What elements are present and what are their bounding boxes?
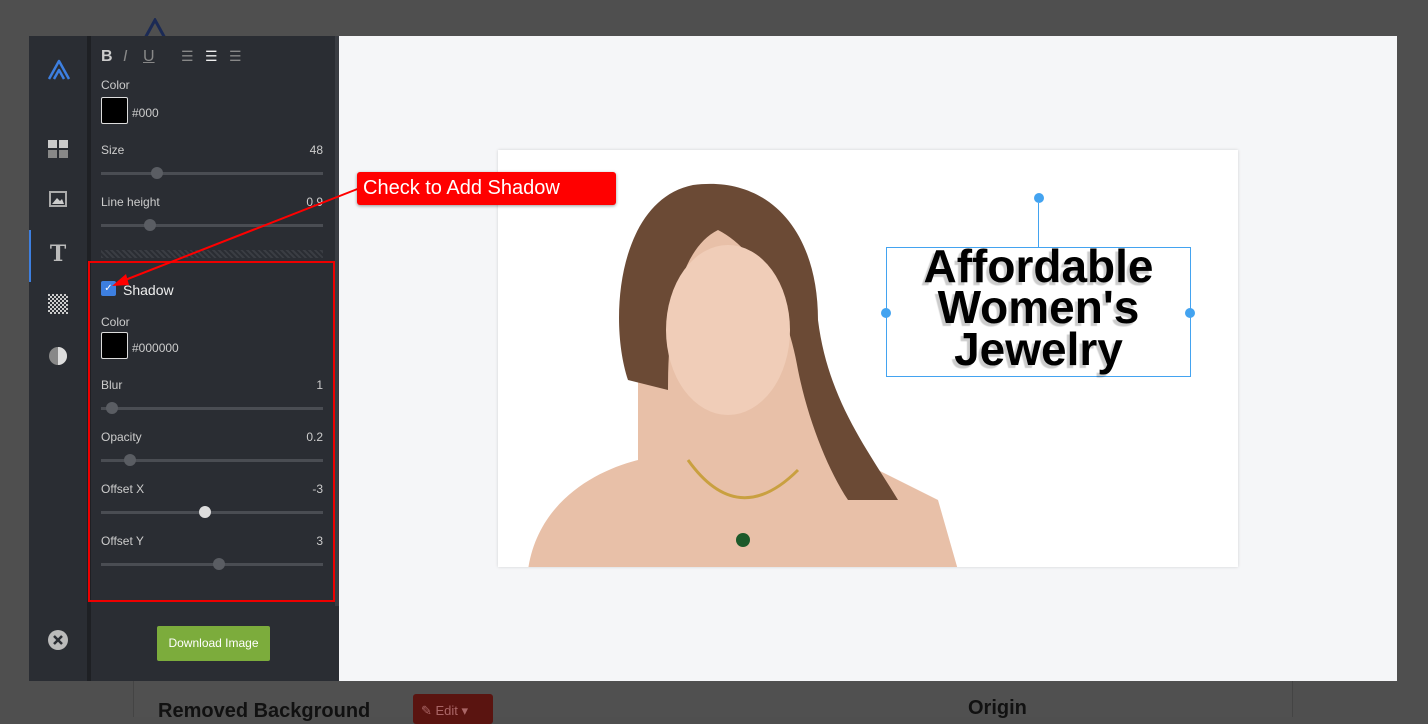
annotation-callout: Check to Add Shadow [357, 172, 616, 205]
annotation-arrow-icon [112, 187, 361, 286]
